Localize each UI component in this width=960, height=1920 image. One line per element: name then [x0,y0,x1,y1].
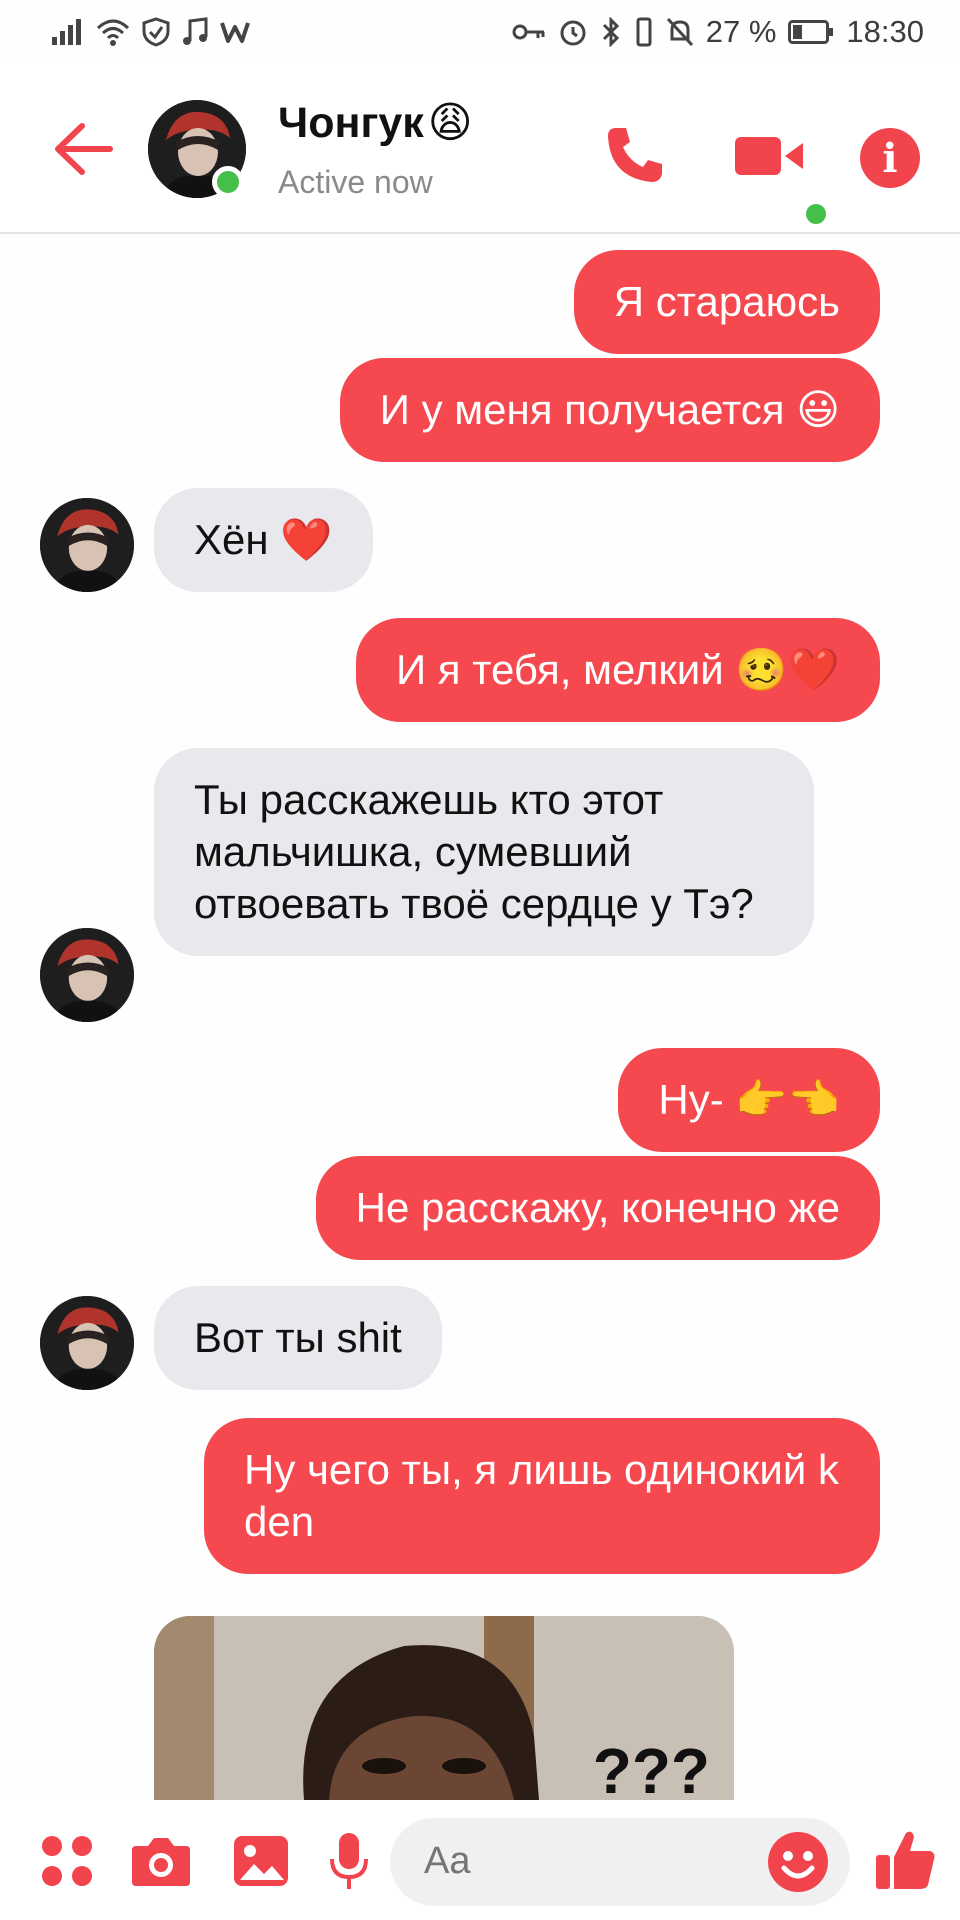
contact-avatar-small[interactable] [40,928,134,1022]
camera-icon[interactable] [130,1830,192,1892]
back-arrow-icon[interactable] [48,114,118,184]
video-active-dot [806,204,826,224]
clock: 18:30 [846,14,924,49]
battery-percent: 27 % [705,14,777,49]
gallery-icon[interactable] [230,1830,292,1892]
shield-icon [142,17,170,47]
contact-name[interactable]: Чонгук 😩 [278,98,473,148]
music-note-icon [182,17,208,47]
apps-menu-icon[interactable] [36,1830,98,1892]
message-outgoing[interactable]: Ну чего ты, я лишь одинокий k den [204,1418,880,1574]
message-outgoing[interactable]: И у меня получается 😃 [339,358,880,462]
info-icon[interactable]: i [860,128,920,188]
online-indicator [212,166,244,198]
message-input-box[interactable] [390,1818,850,1906]
signal-icon [52,19,84,45]
alarm-icon [558,17,588,47]
message-incoming[interactable]: Ты расскажешь кто этот мальчишка, сумевш… [154,748,814,956]
status-bar: 27 % 18:30 [0,0,960,64]
media-image[interactable]: ??? [154,1616,734,1800]
status-bar-right: 27 % 18:30 [512,14,924,50]
status-bar-left [52,17,250,47]
message-outgoing[interactable]: Ну- 👉👈 [618,1048,880,1152]
contact-status: Active now [278,164,433,200]
message-outgoing[interactable]: Я стараюсь [573,250,880,354]
emoji-icon[interactable] [766,1830,830,1894]
mute-bell-icon [666,17,694,47]
battery-icon [788,20,834,44]
contact-avatar-small[interactable] [40,1296,134,1390]
message-input[interactable] [424,1840,724,1883]
message-incoming[interactable]: Хён ❤️ [154,488,373,592]
message-outgoing[interactable]: Не расскажу, конечно же [315,1156,880,1260]
thumbs-up-icon[interactable] [870,1824,942,1896]
wifi-icon [96,18,130,46]
chat-header: Чонгук 😩 Active now i [0,64,960,234]
wattpad-icon [220,19,250,45]
key-icon [512,22,546,42]
message-composer [0,1800,960,1920]
contact-avatar-small[interactable] [40,498,134,592]
message-outgoing[interactable]: И я тебя, мелкий 🥴❤️ [355,618,880,722]
phone-call-icon[interactable] [600,120,670,190]
bluetooth-icon [600,17,622,47]
video-call-icon[interactable] [724,126,814,186]
contact-emoji: 😩 [427,98,473,148]
vibrate-icon [634,17,654,47]
message-incoming[interactable]: Вот ты shit [154,1286,442,1390]
media-caption: ??? [592,1735,710,1800]
microphone-icon[interactable] [318,1830,380,1892]
contact-name-text: Чонгук [278,98,424,147]
